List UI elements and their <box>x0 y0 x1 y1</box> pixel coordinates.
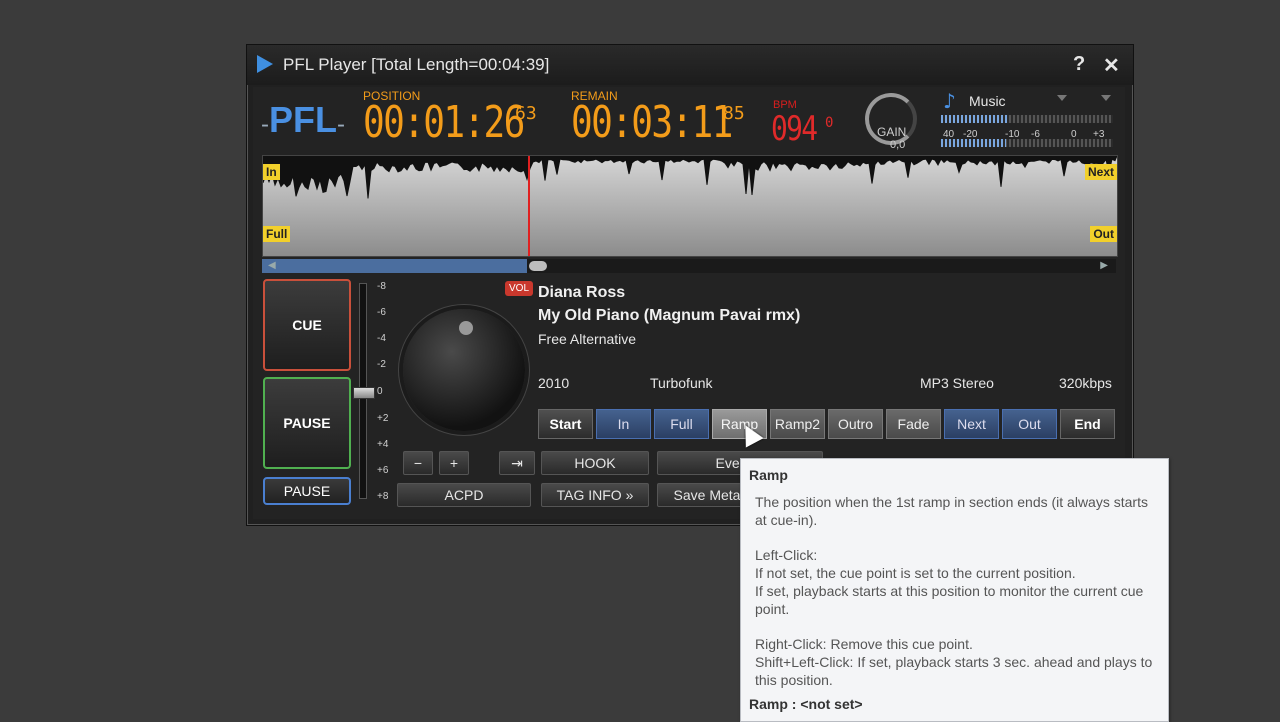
music-note-icon: ♪ <box>943 89 956 113</box>
track-artist: Diana Ross <box>538 284 626 301</box>
window-title: PFL Player [Total Length=00:04:39] <box>283 55 550 74</box>
pause-small-button[interactable]: PAUSE <box>263 477 351 505</box>
cue-next-button[interactable]: Next <box>944 409 999 439</box>
volume-knob[interactable] <box>403 309 525 431</box>
level-meter-left <box>941 115 1113 123</box>
cue-end-button[interactable]: End <box>1060 409 1115 439</box>
cue-ramp2-button[interactable]: Ramp2 <box>770 409 825 439</box>
hook-button[interactable]: HOOK <box>541 451 649 475</box>
knob-indicator <box>459 321 473 335</box>
scroll-thumb[interactable] <box>529 261 547 271</box>
scroll-right-icon[interactable]: ▶ <box>1100 260 1108 271</box>
waveform-display[interactable]: In Full Next Out <box>262 155 1118 257</box>
scale-label: +6 <box>377 465 389 476</box>
plus-button[interactable]: + <box>439 451 469 475</box>
marker-in[interactable]: In <box>263 164 280 180</box>
tooltip-left-click-2: If set, playback starts at this position… <box>755 583 1144 617</box>
acpd-button[interactable]: ACPD <box>397 483 531 507</box>
scale-label: +4 <box>377 439 389 450</box>
cue-button[interactable]: CUE <box>263 279 351 371</box>
track-title: My Old Piano (Magnum Pavai rmx) <box>538 307 801 324</box>
bpm-fraction: 0 <box>825 115 834 131</box>
track-album: Free Alternative <box>538 331 637 347</box>
waveform-graphic <box>263 156 1117 199</box>
track-year: 2010 <box>538 375 570 391</box>
pause-button[interactable]: PAUSE <box>263 377 351 469</box>
play-icon <box>257 55 273 73</box>
marker-out[interactable]: Out <box>1090 226 1117 242</box>
scroll-left-icon[interactable]: ◀ <box>268 260 276 271</box>
ramp-tooltip: Ramp The position when the 1st ramp in s… <box>740 458 1169 722</box>
minus-button[interactable]: − <box>403 451 433 475</box>
marker-full[interactable]: Full <box>263 226 291 242</box>
chevron-down-icon[interactable] <box>1057 95 1067 101</box>
track-format: MP3 Stereo <box>920 375 994 391</box>
scale-label: +8 <box>377 491 389 502</box>
bpm-readout: 094 <box>771 109 818 149</box>
channel-select[interactable]: Music <box>969 93 1006 109</box>
close-button[interactable]: ✕ <box>1103 53 1120 78</box>
marker-next[interactable]: Next <box>1084 164 1117 180</box>
playhead <box>528 156 530 256</box>
gain-value: 0,0 <box>890 139 906 151</box>
vol-badge: VOL <box>505 281 534 296</box>
gain-label: GAIN <box>877 125 907 139</box>
tooltip-shift-click: Shift+Left-Click: If set, playback start… <box>755 654 1153 688</box>
scale-label: -2 <box>377 359 386 370</box>
help-button[interactable]: ? <box>1073 53 1085 76</box>
position-readout: 00:01:26 <box>363 97 525 148</box>
chevron-down-icon[interactable] <box>1101 95 1111 101</box>
pfl-player-window: PFL Player [Total Length=00:04:39] ? ✕ -… <box>246 44 1134 526</box>
scale-label: -4 <box>377 333 386 344</box>
cue-fade-button[interactable]: Fade <box>886 409 941 439</box>
tooltip-description: The position when the 1st ramp in sectio… <box>755 494 1148 528</box>
jump-button[interactable]: ⇥ <box>499 451 535 475</box>
cue-out-button[interactable]: Out <box>1002 409 1057 439</box>
pfl-logo: -PFL- <box>261 99 345 140</box>
tooltip-footer: Ramp : <not set> <box>749 696 863 712</box>
player-panel: -PFL- POSITION 00:01:26 63 REMAIN 00:03:… <box>253 87 1125 519</box>
remain-fraction: 85 <box>723 103 745 124</box>
level-meter-right <box>941 139 1113 147</box>
pitch-slider-handle[interactable] <box>353 387 375 399</box>
title-bar[interactable]: PFL Player [Total Length=00:04:39] ? ✕ <box>247 45 1133 85</box>
tooltip-left-click-heading: Left-Click: <box>755 547 818 563</box>
tooltip-title: Ramp <box>749 467 788 483</box>
scale-label: +2 <box>377 413 389 424</box>
tag-info-button[interactable]: TAG INFO » <box>541 483 649 507</box>
cue-full-button[interactable]: Full <box>654 409 709 439</box>
remain-readout: 00:03:11 <box>571 97 733 148</box>
scale-label: 0 <box>377 386 383 397</box>
position-fraction: 63 <box>515 103 537 124</box>
track-bitrate: 320kbps <box>1059 375 1112 391</box>
level-fill <box>941 139 1007 147</box>
scale-label: -6 <box>377 307 386 318</box>
cue-outro-button[interactable]: Outro <box>828 409 883 439</box>
track-genre: Turbofunk <box>650 375 713 391</box>
cue-start-button[interactable]: Start <box>538 409 593 439</box>
scale-label: -8 <box>377 281 386 292</box>
cue-in-button[interactable]: In <box>596 409 651 439</box>
level-fill <box>941 115 1009 123</box>
waveform-scrollbar[interactable]: ◀ ▶ <box>262 259 1116 273</box>
tooltip-left-click-1: If not set, the cue point is set to the … <box>755 565 1076 581</box>
tooltip-right-click: Right-Click: Remove this cue point. <box>755 636 973 652</box>
scroll-progress <box>262 259 527 273</box>
